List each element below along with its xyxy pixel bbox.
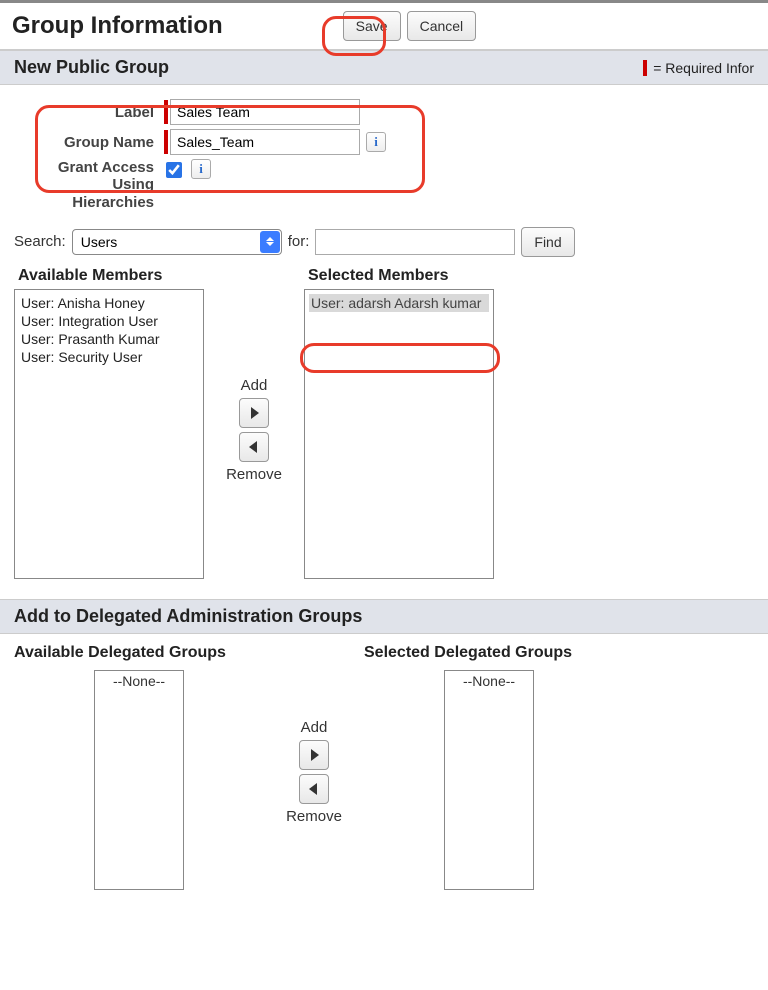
search-select[interactable]: Users xyxy=(72,229,282,255)
groupname-field-label: Group Name xyxy=(14,134,164,151)
available-members-listbox[interactable]: User: Anisha Honey User: Integration Use… xyxy=(14,289,204,579)
section-delegated: Add to Delegated Administration Groups xyxy=(0,599,768,634)
info-icon[interactable]: i xyxy=(191,159,211,179)
delegated-controls: Add Remove xyxy=(264,644,364,890)
required-bar-icon xyxy=(643,60,647,76)
form-area: Label Group Name i Grant Access Using Hi… xyxy=(0,85,768,225)
members-dual-list: Available Members User: Anisha Honey Use… xyxy=(0,267,768,599)
selected-members-listbox[interactable]: User: adarsh Adarsh kumar xyxy=(304,289,494,579)
required-indicator-icon xyxy=(164,130,168,154)
grant-access-label: Grant Access Using Hierarchies xyxy=(14,159,164,211)
info-icon[interactable]: i xyxy=(366,132,386,152)
search-label: Search: xyxy=(14,233,66,250)
list-item[interactable]: User: Integration User xyxy=(19,312,199,330)
section-title: New Public Group xyxy=(14,57,169,78)
search-row: Search: Users for: Find xyxy=(0,225,768,267)
for-label: for: xyxy=(288,233,310,250)
list-item[interactable]: User: adarsh Adarsh kumar xyxy=(309,294,489,312)
list-item[interactable]: User: Prasanth Kumar xyxy=(19,330,199,348)
label-field-label: Label xyxy=(14,104,164,121)
grant-access-checkbox[interactable] xyxy=(166,162,182,178)
available-members-header: Available Members xyxy=(14,267,204,285)
list-item[interactable]: User: Security User xyxy=(19,348,199,366)
remove-label: Remove xyxy=(226,466,282,483)
selected-delegated-header: Selected Delegated Groups xyxy=(364,644,572,662)
list-item[interactable]: --None-- xyxy=(97,673,181,689)
required-indicator-icon xyxy=(164,100,168,124)
delegated-area: Available Delegated Groups --None-- Add … xyxy=(0,634,768,900)
add-button[interactable] xyxy=(299,740,329,770)
save-button[interactable]: Save xyxy=(343,11,401,41)
add-label: Add xyxy=(241,377,268,394)
find-button[interactable]: Find xyxy=(521,227,574,257)
header-buttons: Save Cancel xyxy=(343,11,477,41)
label-input[interactable] xyxy=(170,99,360,125)
remove-button[interactable] xyxy=(299,774,329,804)
members-controls: Add Remove xyxy=(204,267,304,579)
required-legend: = Required Infor xyxy=(643,60,754,76)
required-legend-text: = Required Infor xyxy=(653,60,754,76)
available-delegated-header: Available Delegated Groups xyxy=(14,644,226,662)
selected-members-header: Selected Members xyxy=(304,267,494,285)
page-title: Group Information xyxy=(12,12,223,40)
header-bar: Group Information Save Cancel xyxy=(0,0,768,50)
list-item[interactable]: User: Anisha Honey xyxy=(19,294,199,312)
search-for-input[interactable] xyxy=(315,229,515,255)
add-label: Add xyxy=(301,719,328,736)
available-delegated-listbox[interactable]: --None-- xyxy=(94,670,184,890)
section-new-public-group: New Public Group = Required Infor xyxy=(0,50,768,85)
remove-button[interactable] xyxy=(239,432,269,462)
list-item[interactable]: --None-- xyxy=(447,673,531,689)
remove-label: Remove xyxy=(286,808,342,825)
add-button[interactable] xyxy=(239,398,269,428)
section-title: Add to Delegated Administration Groups xyxy=(14,606,362,627)
selected-delegated-listbox[interactable]: --None-- xyxy=(444,670,534,890)
cancel-button[interactable]: Cancel xyxy=(407,11,477,41)
groupname-input[interactable] xyxy=(170,129,360,155)
